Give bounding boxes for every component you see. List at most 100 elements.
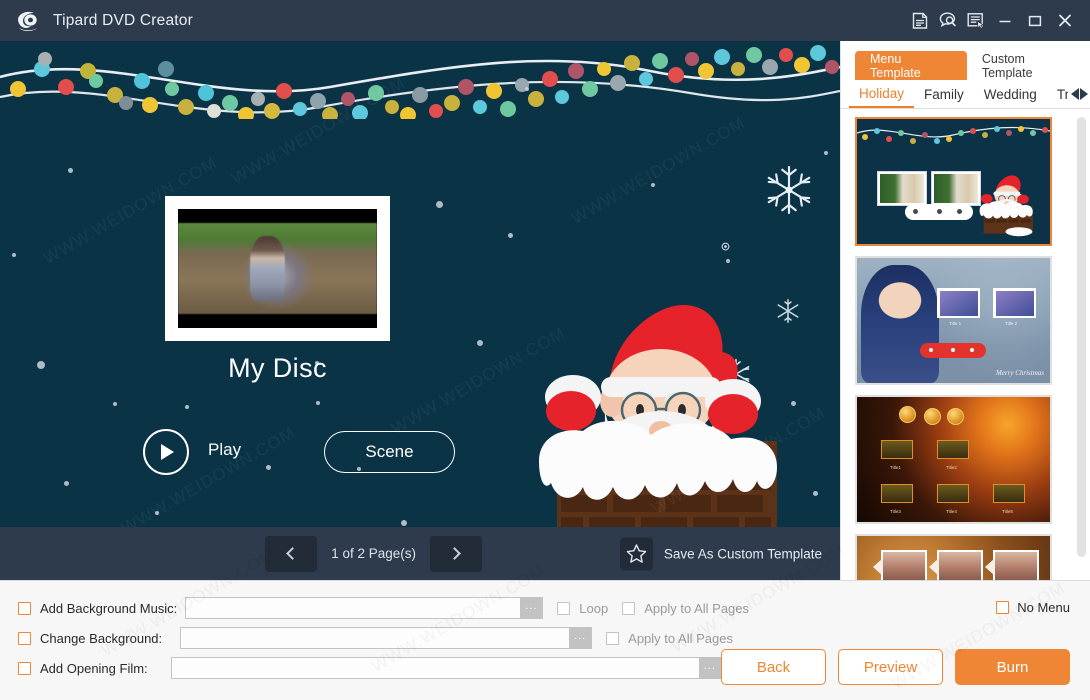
opening-film-field[interactable]: ... [171, 657, 722, 679]
loop-label: Loop [579, 601, 608, 616]
output-settings-panel: Add Background Music: ... Loop Apply to … [0, 580, 1090, 700]
mini-prev-icon [924, 408, 941, 425]
template-category-tabs: Holiday Family Wedding Tra [841, 80, 1090, 109]
tab-menu-template[interactable]: Menu Template [855, 51, 967, 80]
app-logo-icon [14, 7, 42, 35]
opening-film-input[interactable] [172, 658, 699, 678]
change-background-field[interactable]: ... [180, 627, 592, 649]
background-music-input[interactable] [186, 598, 520, 618]
star-outline-icon [620, 537, 653, 570]
template-thumb-slot-3 [993, 550, 1039, 580]
template-list[interactable]: Title 1 Title 2 Merry Christmas Title1 T… [841, 109, 1090, 580]
thumb-title-1: Title1 [890, 465, 901, 470]
disc-title[interactable]: My Disc [0, 353, 555, 384]
mini-next-icon [947, 408, 964, 425]
scene-button[interactable]: Scene [324, 431, 455, 473]
tab-custom-template[interactable]: Custom Template [967, 51, 1090, 80]
play-button[interactable] [143, 429, 189, 475]
apply-all-pages-background-label: Apply to All Pages [628, 631, 733, 646]
back-button[interactable]: Back [721, 649, 826, 685]
loop-checkbox[interactable] [557, 602, 570, 615]
category-tab-family[interactable]: Family [914, 80, 974, 108]
chevron-left-icon [286, 547, 299, 560]
watermark: WWW.WEIDOWN.COM [568, 113, 749, 229]
action-buttons: Back Preview Burn [721, 649, 1070, 685]
add-background-music-checkbox[interactable] [18, 602, 31, 615]
add-opening-film-checkbox[interactable] [18, 662, 31, 675]
maximize-button[interactable] [1020, 6, 1050, 36]
template-thumb-slot-1 [881, 550, 927, 580]
play-label[interactable]: Play [208, 440, 241, 460]
template-thumb-slot-1 [937, 288, 980, 318]
add-background-music-label: Add Background Music: [40, 601, 177, 616]
close-button[interactable] [1050, 6, 1080, 36]
menu-icon[interactable] [962, 6, 990, 36]
apply-all-pages-music-checkbox[interactable] [622, 602, 635, 615]
page-counter: 1 of 2 Page(s) [331, 546, 416, 561]
template-item-warm-family[interactable] [855, 534, 1052, 580]
template-item-halloween-bats[interactable]: Title1 Title2 Title3 Title4 Title5 [855, 395, 1052, 524]
opening-film-browse-button[interactable]: ... [699, 657, 721, 679]
template-type-tabs: Menu Template Custom Template [841, 41, 1090, 80]
category-tab-wedding[interactable]: Wedding [974, 80, 1047, 108]
thumb-title-2: Title 2 [1005, 321, 1017, 326]
template-mini-navbar [905, 204, 973, 220]
thumb-tag-2 [929, 558, 939, 576]
mini-lights-icon [857, 119, 1050, 155]
disc-thumbnail-inner [175, 206, 380, 331]
apply-all-pages-music-option[interactable]: Apply to All Pages [622, 601, 749, 616]
no-menu-checkbox[interactable] [996, 601, 1009, 614]
thumb-tag-1 [873, 558, 883, 576]
apply-all-pages-background-checkbox[interactable] [606, 632, 619, 645]
template-mini-navbar [920, 343, 986, 358]
background-music-row: Add Background Music: ... Loop Apply to … [0, 593, 1090, 623]
category-scroll-arrows[interactable] [1068, 88, 1088, 100]
change-background-browse-button[interactable]: ... [569, 627, 591, 649]
play-triangle-icon [161, 444, 174, 460]
template-thumb-slot-5 [989, 475, 1029, 505]
mini-home-icon [899, 406, 916, 423]
feedback-icon[interactable] [934, 6, 962, 36]
template-thumb-slot-2 [933, 431, 973, 461]
change-background-checkbox[interactable] [18, 632, 31, 645]
preview-button[interactable]: Preview [838, 649, 943, 685]
change-background-input[interactable] [181, 628, 569, 648]
template-panel: Menu Template Custom Template Holiday Fa… [840, 41, 1090, 580]
save-as-custom-template-button[interactable]: Save As Custom Template [620, 537, 822, 570]
add-opening-film-label: Add Opening Film: [40, 661, 148, 676]
thumb-title-4: Title4 [946, 509, 957, 514]
no-menu-label: No Menu [1017, 600, 1070, 615]
burn-button[interactable]: Burn [955, 649, 1070, 685]
triangle-right-icon[interactable] [1080, 88, 1088, 100]
video-still-preview [178, 223, 377, 313]
no-menu-option[interactable]: No Menu [996, 600, 1070, 615]
loop-option[interactable]: Loop [557, 601, 608, 616]
app-title: Tipard DVD Creator [53, 12, 193, 30]
apply-all-pages-background-option[interactable]: Apply to All Pages [606, 631, 733, 646]
mini-santa-icon [972, 162, 1048, 244]
triangle-left-icon[interactable] [1071, 88, 1079, 100]
thumb-title-3: Title3 [890, 509, 901, 514]
template-item-holiday-santa[interactable] [855, 117, 1052, 246]
menu-preview-canvas[interactable]: My Disc Play Scene [0, 41, 840, 527]
template-thumb-slot-2 [993, 288, 1036, 318]
template-thumb-slot-4 [933, 475, 973, 505]
title-bar: Tipard DVD Creator [0, 0, 1090, 41]
category-tab-holiday[interactable]: Holiday [849, 80, 914, 108]
template-thumb-slot-1 [877, 171, 927, 206]
change-background-label: Change Background: [40, 631, 162, 646]
register-icon[interactable] [906, 6, 934, 36]
background-music-browse-button[interactable]: ... [520, 597, 542, 619]
thumb-caption: Merry Christmas [996, 369, 1044, 377]
page-navigation-bar: 1 of 2 Page(s) Save As Custom Template [0, 527, 840, 580]
snowflake-tiny-icon [718, 239, 733, 254]
previous-page-button[interactable] [265, 536, 317, 572]
template-item-winter-blue-kid[interactable]: Title 1 Title 2 Merry Christmas [855, 256, 1052, 385]
thumb-title-5: Title5 [1002, 509, 1013, 514]
minimize-button[interactable] [990, 6, 1020, 36]
next-page-button[interactable] [430, 536, 482, 572]
disc-thumbnail-frame[interactable] [165, 196, 390, 341]
thumb-title-2: Title2 [946, 465, 957, 470]
background-music-field[interactable]: ... [185, 597, 543, 619]
scrollbar-thumb[interactable] [1077, 117, 1086, 557]
